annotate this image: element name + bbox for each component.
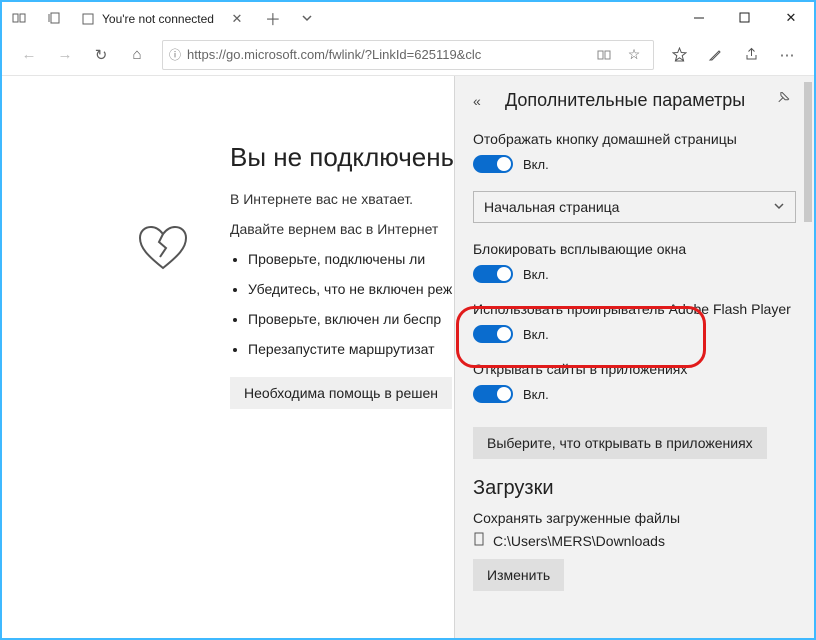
- refresh-button[interactable]: ↻: [84, 38, 118, 72]
- setting-label: Использовать проигрыватель Adobe Flash P…: [473, 301, 796, 317]
- setting-home-button: Отображать кнопку домашней страницы Вкл.: [473, 131, 796, 173]
- broken-heart-icon: [138, 224, 188, 274]
- window-controls: ✕: [676, 2, 814, 34]
- downloads-label: Сохранять загруженные файлы: [473, 510, 796, 526]
- more-button[interactable]: ⋯: [770, 38, 804, 72]
- toggle-state: Вкл.: [523, 267, 549, 282]
- choose-apps-button[interactable]: Выберите, что открывать в приложениях: [473, 427, 767, 459]
- toolbar: ← → ↻ ⌂ ⓘ https://go.microsoft.com/fwlin…: [2, 34, 814, 76]
- home-button[interactable]: ⌂: [120, 38, 154, 72]
- tab-options-button[interactable]: [290, 2, 324, 34]
- notes-icon[interactable]: [698, 38, 732, 72]
- info-icon: ⓘ: [169, 46, 181, 63]
- help-button[interactable]: Необходима помощь в решен: [230, 377, 452, 409]
- url-text: https://go.microsoft.com/fwlink/?LinkId=…: [187, 47, 585, 62]
- reading-view-icon[interactable]: [591, 42, 617, 68]
- forward-button[interactable]: →: [48, 38, 82, 72]
- close-tab-button[interactable]: ✕: [228, 10, 246, 28]
- toggle-state: Вкл.: [523, 157, 549, 172]
- panel-title: Дополнительные параметры: [505, 90, 764, 111]
- toggle-popup-block[interactable]: [473, 265, 513, 283]
- settings-panel: « Дополнительные параметры Отображать кн…: [454, 76, 814, 638]
- downloads-path-row: C:\Users\MERS\Downloads: [473, 532, 796, 549]
- setting-open-apps: Открывать сайты в приложениях Вкл.: [473, 361, 796, 403]
- page-icon: [80, 11, 96, 27]
- setting-label: Открывать сайты в приложениях: [473, 361, 796, 377]
- new-tab-button[interactable]: ＋: [256, 2, 290, 34]
- favorite-icon[interactable]: ☆: [621, 42, 647, 68]
- downloads-heading: Загрузки: [473, 477, 796, 500]
- dropdown-value: Начальная страница: [484, 199, 619, 215]
- toggle-state: Вкл.: [523, 327, 549, 342]
- title-bar: You're not connected ✕ ＋ ✕: [2, 2, 814, 34]
- browser-tab[interactable]: You're not connected ✕: [70, 2, 256, 34]
- setting-label: Блокировать всплывающие окна: [473, 241, 796, 257]
- close-window-button[interactable]: ✕: [768, 2, 814, 34]
- tab-thumbnails-button[interactable]: [2, 2, 36, 34]
- panel-back-button[interactable]: «: [473, 93, 493, 109]
- share-icon[interactable]: [734, 38, 768, 72]
- minimize-button[interactable]: [676, 2, 722, 34]
- favorites-list-icon[interactable]: [662, 38, 696, 72]
- set-aside-tabs-button[interactable]: [36, 2, 70, 34]
- panel-scrollbar[interactable]: [804, 82, 812, 632]
- toggle-home-button[interactable]: [473, 155, 513, 173]
- folder-icon: [473, 532, 485, 549]
- toggle-open-apps[interactable]: [473, 385, 513, 403]
- setting-popup-block: Блокировать всплывающие окна Вкл.: [473, 241, 796, 283]
- toggle-flash[interactable]: [473, 325, 513, 343]
- change-path-button[interactable]: Изменить: [473, 559, 564, 591]
- setting-flash: Использовать проигрыватель Adobe Flash P…: [473, 301, 796, 343]
- back-button[interactable]: ←: [12, 38, 46, 72]
- home-page-dropdown[interactable]: Начальная страница: [473, 191, 796, 223]
- chevron-down-icon: [773, 199, 785, 215]
- downloads-path: C:\Users\MERS\Downloads: [493, 533, 665, 549]
- toggle-state: Вкл.: [523, 387, 549, 402]
- setting-label: Отображать кнопку домашней страницы: [473, 131, 796, 147]
- pin-icon[interactable]: [776, 92, 796, 109]
- address-bar[interactable]: ⓘ https://go.microsoft.com/fwlink/?LinkI…: [162, 40, 654, 70]
- page-content: Вы не подключены В Интернете вас не хват…: [2, 76, 814, 638]
- maximize-button[interactable]: [722, 2, 768, 34]
- tab-title: You're not connected: [102, 12, 214, 26]
